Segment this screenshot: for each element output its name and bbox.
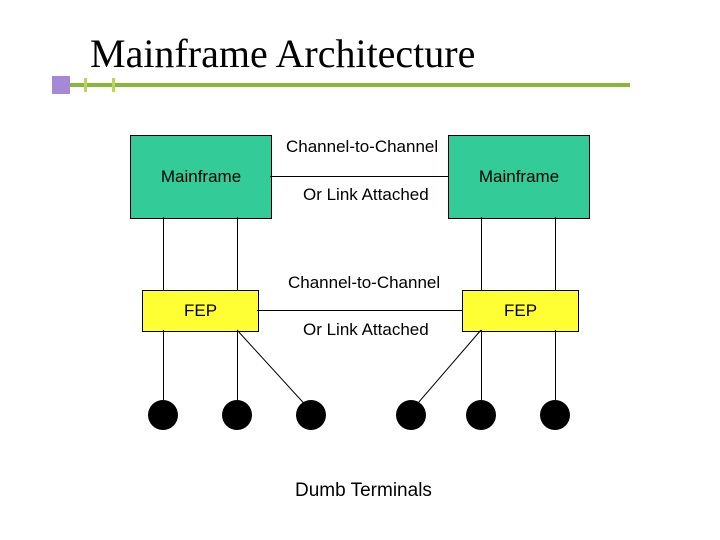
mainframe-label: Mainframe	[161, 167, 241, 187]
diagram-canvas: Mainframe Mainframe Channel-to-Channel O…	[0, 0, 720, 540]
link-label-bottom-1: Channel-to-Channel	[288, 273, 440, 293]
fep-box-right: FEP	[462, 290, 579, 332]
connector-line	[163, 217, 164, 290]
connector-line	[555, 330, 556, 405]
connector-line	[237, 330, 238, 405]
connector-line	[163, 330, 164, 405]
link-label-top-2: Or Link Attached	[303, 185, 429, 205]
diagonal-connectors	[0, 0, 720, 540]
connector-line	[555, 217, 556, 290]
fep-label: FEP	[504, 301, 537, 321]
terminal-node	[540, 400, 570, 430]
mainframe-box-right: Mainframe	[448, 135, 590, 219]
fep-box-left: FEP	[142, 290, 259, 332]
link-label-top-1: Channel-to-Channel	[286, 137, 438, 157]
connector-line	[270, 176, 448, 177]
terminals-caption: Dumb Terminals	[295, 480, 432, 502]
fep-label: FEP	[184, 301, 217, 321]
terminal-node	[222, 400, 252, 430]
terminal-node	[296, 400, 326, 430]
link-label-bottom-2: Or Link Attached	[303, 320, 429, 340]
terminal-node	[148, 400, 178, 430]
connector-line	[481, 217, 482, 290]
terminal-node	[396, 400, 426, 430]
terminal-node	[466, 400, 496, 430]
connector-line	[237, 217, 238, 290]
connector-line	[481, 330, 482, 405]
connector-line	[257, 310, 462, 311]
mainframe-box-left: Mainframe	[130, 135, 272, 219]
mainframe-label: Mainframe	[479, 167, 559, 187]
